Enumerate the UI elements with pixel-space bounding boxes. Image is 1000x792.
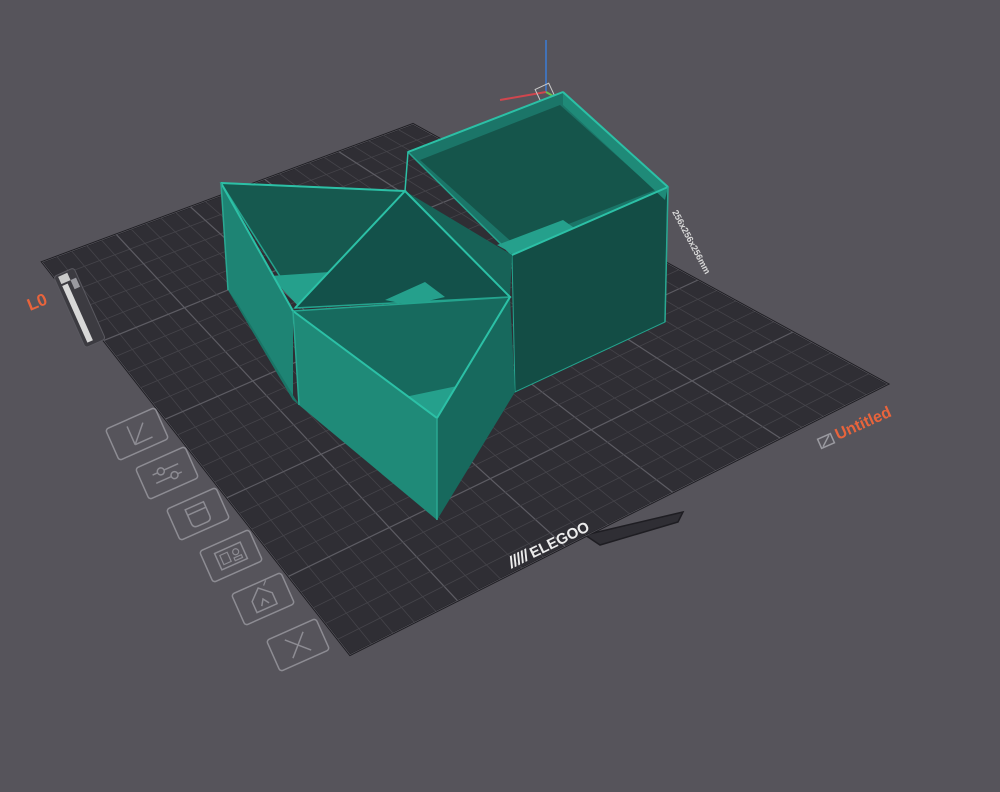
axis-gizmo	[499, 40, 555, 102]
delete-plate-icon[interactable]	[266, 618, 330, 672]
plate-dimensions-label: 256x256x256mm	[670, 208, 712, 275]
project-name-label[interactable]: Untitled	[833, 404, 894, 444]
3d-viewport[interactable]: L0 256x256x256mm Untitled ELEGOO	[0, 0, 1000, 792]
layout-icon[interactable]	[199, 529, 263, 583]
edit-name-icon[interactable]	[816, 432, 836, 450]
plate-settings-icon[interactable]	[135, 446, 199, 500]
arrange-icon[interactable]	[105, 407, 169, 461]
plate-name-label: L0	[24, 290, 50, 315]
orient-icon[interactable]	[166, 487, 230, 541]
slice-plate-icon[interactable]	[231, 572, 295, 626]
